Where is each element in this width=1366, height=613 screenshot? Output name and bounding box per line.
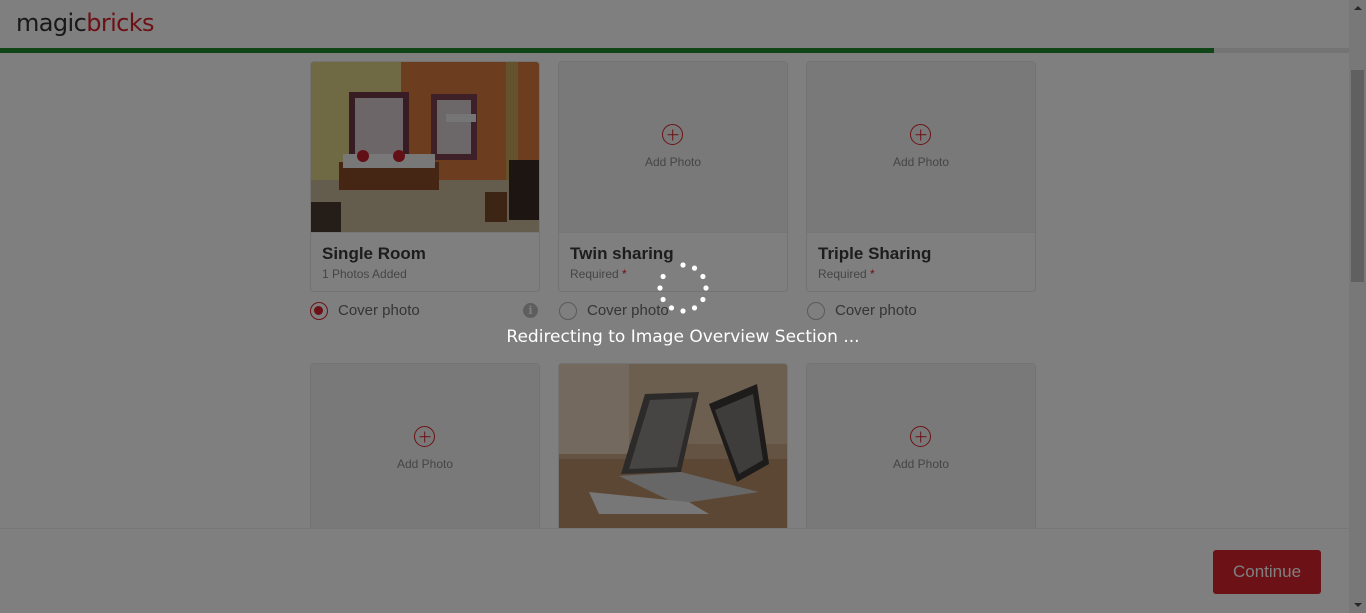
loading-overlay: Redirecting to Image Overview Section ..…: [0, 0, 1366, 613]
loading-spinner-icon: [657, 262, 709, 314]
redirect-message: Redirecting to Image Overview Section ..…: [506, 327, 860, 347]
